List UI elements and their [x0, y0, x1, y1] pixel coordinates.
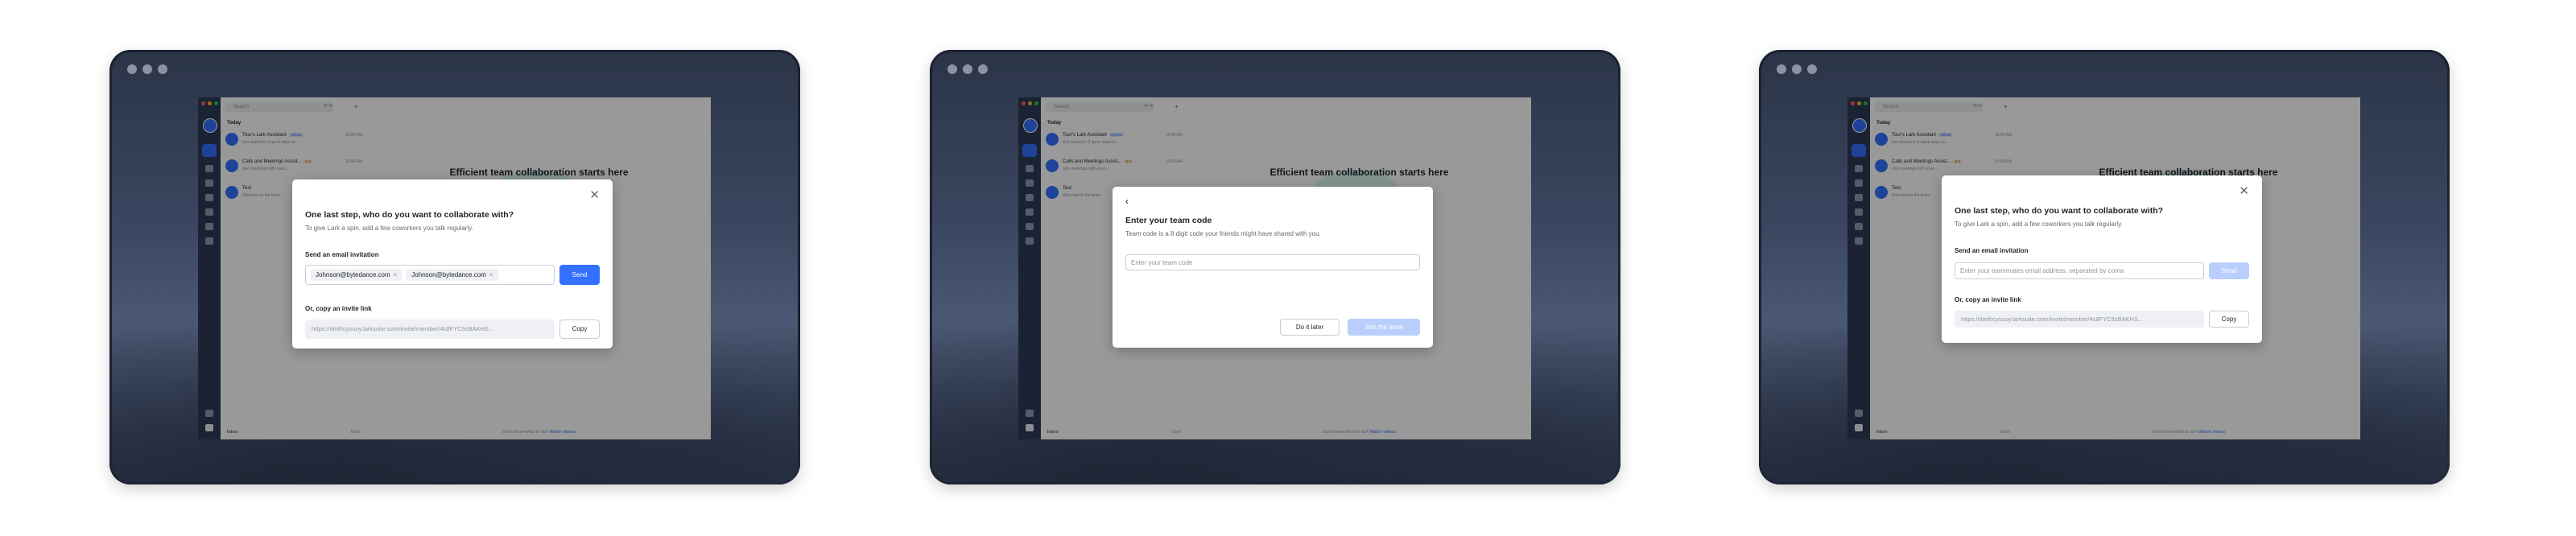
email-chip[interactable]: Johnson@bytedance.com × — [311, 269, 402, 281]
laptop-frame-2: Search ⌘+K + Today Tour's Lark Assistant… — [930, 50, 1620, 484]
invite-link-field[interactable]: https://dmthcysuoy.larksuite.com/invite/… — [305, 320, 555, 339]
invite-link-label: Or, copy an invite link — [1955, 296, 2021, 303]
invite-link-field[interactable]: https://dmthcysuoy.larksuite.com/invite/… — [1955, 311, 2204, 328]
lark-app-window: Search ⌘+K + Today Tour's Lark Assistant… — [1018, 97, 1531, 439]
modal-subtitle: Team code is a 8 digit code your friends… — [1125, 230, 1321, 237]
invite-link-label: Or, copy an invite link — [305, 305, 372, 312]
close-icon[interactable]: ✕ — [2239, 185, 2249, 197]
modal-subtitle: To give Lark a spin, add a few coworkers… — [1955, 221, 2123, 228]
copy-button[interactable]: Copy — [559, 320, 600, 339]
invite-modal: ✕ One last step, who do you want to coll… — [292, 179, 613, 348]
laptop-frame-3: Search ⌘+K + Today Tour's Lark Assistant… — [1759, 50, 2450, 484]
lark-app-window: Search ⌘+K + Today Tour's Lark Assistant… — [198, 97, 711, 439]
window-controls[interactable] — [1777, 64, 1817, 74]
lark-app-window: Search ⌘+K + Today Tour's Lark Assistant… — [1847, 97, 2360, 439]
laptop-frame-1: Search ⌘+K + Today Tour's Lark Assistant… — [109, 50, 800, 484]
team-code-modal: ‹ Enter your team code Team code is a 8 … — [1113, 187, 1433, 348]
modal-title: Enter your team code — [1125, 216, 1212, 225]
remove-chip-icon[interactable]: × — [394, 271, 398, 278]
email-input[interactable]: Johnson@bytedance.com × Johnson@bytedance… — [305, 265, 555, 285]
modal-title: One last step, who do you want to collab… — [1955, 206, 2164, 216]
email-chip[interactable]: Johnson@bytedance.com × — [407, 269, 498, 281]
send-button[interactable]: Send — [2209, 262, 2249, 279]
modal-subtitle: To give Lark a spin, add a few coworkers… — [305, 225, 473, 232]
close-icon[interactable]: ✕ — [589, 189, 600, 201]
email-label: Send an email invitation — [305, 251, 379, 258]
window-controls[interactable] — [947, 64, 988, 74]
invite-modal: ✕ One last step, who do you want to coll… — [1942, 175, 2262, 343]
copy-button[interactable]: Copy — [2209, 311, 2249, 328]
window-controls[interactable] — [127, 64, 167, 74]
team-code-input[interactable]: Enter your team code — [1125, 254, 1420, 270]
do-it-later-button[interactable]: Do it later — [1280, 319, 1340, 336]
remove-chip-icon[interactable]: × — [489, 271, 493, 278]
send-button[interactable]: Send — [559, 265, 600, 285]
join-team-button[interactable]: Join the team — [1348, 319, 1420, 336]
back-arrow-icon[interactable]: ‹ — [1125, 196, 1129, 206]
email-label: Send an email invitation — [1955, 247, 2029, 254]
modal-title: One last step, who do you want to collab… — [305, 210, 514, 220]
email-input[interactable]: Enter your teammates email address, sepa… — [1955, 262, 2204, 279]
